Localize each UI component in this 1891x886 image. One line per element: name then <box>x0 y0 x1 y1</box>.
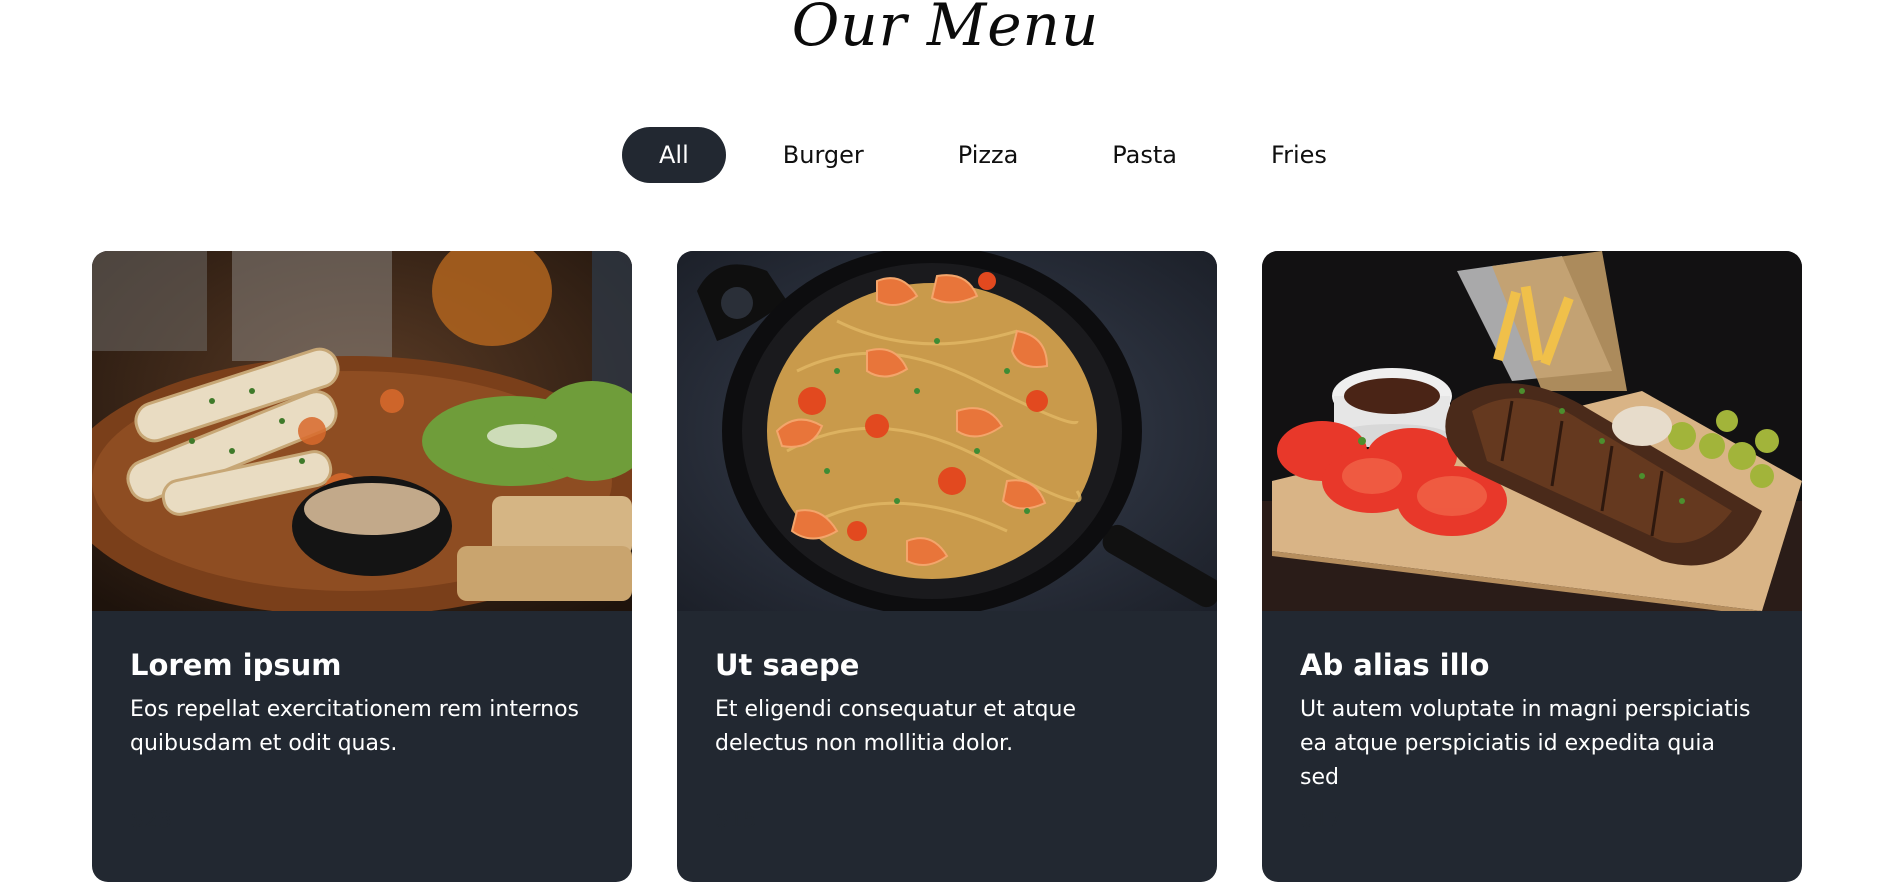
item-price: $17 <box>1300 808 1342 833</box>
menu-card[interactable]: Ab alias illo Ut autem voluptate in magn… <box>1262 251 1802 882</box>
ribs-board-image <box>1262 251 1802 611</box>
card-body: Ut saepe Et eligendi consequatur et atqu… <box>677 611 1217 761</box>
menu-section: Our Menu All Burger Pizza Pasta Fries Lo… <box>0 0 1891 886</box>
menu-card[interactable]: Lorem ipsum Eos repellat exercitationem … <box>92 251 632 882</box>
menu-card[interactable]: Ut saepe Et eligendi consequatur et atqu… <box>677 251 1217 882</box>
item-title: Ab alias illo <box>1300 648 1490 682</box>
menu-grid: Lorem ipsum Eos repellat exercitationem … <box>92 251 1802 882</box>
filter-pasta[interactable]: Pasta <box>1075 127 1214 183</box>
item-title: Lorem ipsum <box>130 648 342 682</box>
card-body: Ab alias illo Ut autem voluptate in magn… <box>1262 611 1802 795</box>
shrimp-pasta-photo <box>677 251 1217 611</box>
filter-all[interactable]: All <box>622 127 726 183</box>
filter-fries[interactable]: Fries <box>1234 127 1364 183</box>
item-price: $23 <box>130 808 172 833</box>
filter-pizza[interactable]: Pizza <box>921 127 1056 183</box>
section-heading: Our Menu <box>791 0 1100 59</box>
item-description: Eos repellat exercitationem rem internos… <box>130 697 580 756</box>
shrimp-pasta-image <box>677 251 1217 611</box>
seafood-platter-image <box>92 251 632 611</box>
card-body: Lorem ipsum Eos repellat exercitationem … <box>92 611 632 761</box>
filter-burger[interactable]: Burger <box>746 127 901 183</box>
item-price: $15 <box>715 808 757 833</box>
filter-bar: All Burger Pizza Pasta Fries <box>622 127 1364 183</box>
seafood-platter-photo <box>92 251 632 611</box>
item-description: Et eligendi consequatur et atque delectu… <box>715 697 1076 756</box>
ribs-board-photo <box>1262 251 1802 611</box>
item-title: Ut saepe <box>715 648 860 682</box>
item-description: Ut autem voluptate in magni perspiciatis… <box>1300 697 1751 790</box>
